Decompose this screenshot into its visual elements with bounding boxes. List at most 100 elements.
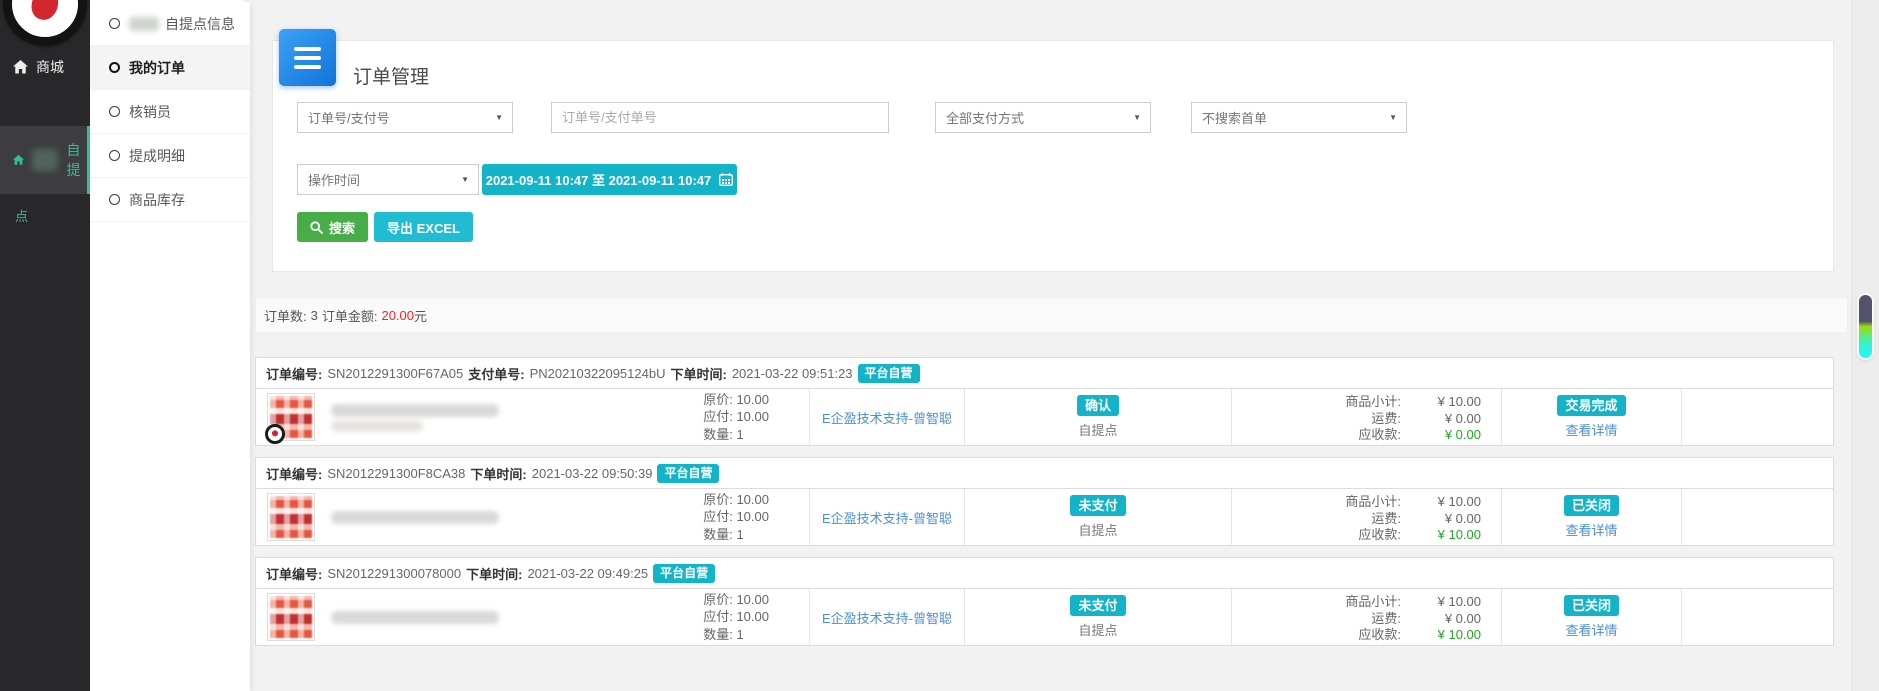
date-range-button[interactable]: 2021-09-11 10:47 至 2021-09-11 10:47: [482, 164, 737, 195]
price-value: 10.00: [736, 392, 769, 407]
view-detail-link[interactable]: 查看详情: [1565, 420, 1617, 439]
empty-cell: [1681, 589, 1833, 645]
price-info: 原价: 10.00 应付: 10.00 数量: 1: [703, 491, 769, 544]
welfare-lottery-logo: [3, 0, 87, 46]
menu-item-verifier[interactable]: 核销员: [90, 90, 250, 134]
buyer-link[interactable]: E企盈技术支持-曾智聪: [809, 589, 964, 645]
order-amount-label: 订单金额:: [322, 306, 378, 325]
platform-badge: 平台自营: [858, 364, 920, 383]
status-cell: 未支付 自提点: [964, 589, 1231, 645]
redacted-product-name: [331, 404, 499, 431]
price-value: 1: [736, 527, 743, 542]
app-root: 商城 自提 点 自提点信息 我的订单 核销员 提成明细: [0, 0, 1879, 691]
order-management-panel: 订单管理 订单号/支付号 ▼ 全部支付方式 ▼ 不搜索首单 ▼ 操作时间 ▼ 2…: [272, 40, 1834, 272]
select-value: 订单号/支付号: [308, 108, 390, 127]
calendar-icon: [719, 173, 733, 186]
status-cell: 未支付 自提点: [964, 489, 1231, 545]
menu-item-product-stock[interactable]: 商品库存: [90, 178, 250, 222]
order-time-label: 下单时间:: [466, 564, 522, 583]
logo-watermark-icon: [265, 424, 285, 444]
export-excel-button[interactable]: 导出 EXCEL: [374, 212, 473, 242]
receivable-value: ¥ 0.00: [1401, 427, 1481, 444]
scrollbar-thumb[interactable]: [1859, 295, 1872, 358]
select-value: 全部支付方式: [946, 108, 1024, 127]
shipping-value: ¥ 0.00: [1401, 411, 1481, 428]
order-field-select[interactable]: 订单号/支付号 ▼: [297, 102, 513, 133]
shipping-value: ¥ 0.00: [1401, 611, 1481, 628]
pay-method-select[interactable]: 全部支付方式 ▼: [935, 102, 1151, 133]
product-cell: 原价: 10.00 应付: 10.00 数量: 1: [256, 589, 809, 645]
caret-down-icon: ▼: [1389, 113, 1397, 122]
view-detail-link[interactable]: 查看详情: [1565, 620, 1617, 639]
date-range-value: 2021-09-11 10:47 至 2021-09-11 10:47: [486, 170, 712, 189]
order-count-label: 订单数:: [264, 306, 307, 325]
order-no-label: 订单编号:: [266, 564, 322, 583]
circle-icon: [109, 194, 120, 205]
receivable-label: 应收款:: [1232, 427, 1401, 444]
order-group: 订单编号: SN2012291300F8CA38 下单时间: 2021-03-2…: [255, 457, 1834, 546]
product-thumbnail[interactable]: [267, 493, 315, 541]
price-value: 10.00: [736, 592, 769, 607]
page-scrollbar-track[interactable]: [1851, 0, 1879, 691]
product-thumbnail[interactable]: [267, 593, 315, 641]
action-cell: 已关闭 查看详情: [1501, 589, 1681, 645]
delivery-type: 自提点: [1078, 520, 1117, 539]
product-cell: 原价: 10.00 应付: 10.00 数量: 1: [256, 389, 809, 445]
redacted-text-bar: [331, 404, 499, 417]
subtotal-value: ¥ 10.00: [1401, 494, 1481, 511]
product-thumbnail[interactable]: [267, 393, 315, 441]
shipping-label: 运费:: [1232, 611, 1401, 628]
hamburger-icon: [294, 47, 321, 51]
select-value: 操作时间: [308, 170, 360, 189]
price-value: 10.00: [736, 609, 769, 624]
price-value: 1: [736, 627, 743, 642]
order-group: 订单编号: SN2012291300078000 下单时间: 2021-03-2…: [255, 557, 1834, 646]
receivable-value: ¥ 10.00: [1401, 527, 1481, 544]
buyer-name: E企盈技术支持-曾智聪: [822, 608, 952, 627]
circle-icon: [109, 150, 120, 161]
order-time-label: 下单时间:: [470, 464, 526, 483]
redacted-text-bar: [331, 421, 423, 431]
menu-toggle-button[interactable]: [279, 29, 336, 86]
redacted-store-name: [32, 149, 58, 171]
price-label: 数量:: [703, 527, 733, 542]
menu-item-pickup-info[interactable]: 自提点信息: [90, 2, 250, 46]
price-label: 数量:: [703, 627, 733, 642]
home-icon: [13, 60, 28, 74]
menu-item-label: 我的订单: [129, 58, 185, 78]
order-row: 原价: 10.00 应付: 10.00 数量: 1 E企盈技术支持-曾智聪 确认…: [255, 389, 1834, 446]
empty-cell: [1681, 489, 1833, 545]
receivable-value: ¥ 10.00: [1401, 627, 1481, 644]
sidebar-item-mall[interactable]: 商城: [0, 46, 90, 88]
order-time-value: 2021-03-22 09:50:39: [532, 466, 653, 481]
buyer-name: E企盈技术支持-曾智聪: [822, 408, 952, 427]
subtotal-value: ¥ 10.00: [1401, 594, 1481, 611]
menu-item-my-orders[interactable]: 我的订单: [90, 46, 250, 90]
menu-item-label: 核销员: [129, 102, 171, 122]
price-value: 1: [736, 427, 743, 442]
menu-item-commission-detail[interactable]: 提成明细: [90, 134, 250, 178]
menu-item-label: 提成明细: [129, 146, 185, 166]
export-button-label: 导出 EXCEL: [387, 218, 460, 237]
sidebar-item-pickup-point-wrap: 点: [0, 194, 90, 225]
sidebar-item-label: 自提: [66, 140, 87, 180]
sidebar-item-pickup-point[interactable]: 自提: [0, 126, 90, 194]
subtotal-label: 商品小计:: [1232, 394, 1401, 411]
view-detail-link[interactable]: 查看详情: [1565, 520, 1617, 539]
order-row: 原价: 10.00 应付: 10.00 数量: 1 E企盈技术支持-曾智聪 未支…: [255, 489, 1834, 546]
state-badge: 已关闭: [1564, 595, 1619, 616]
time-field-select[interactable]: 操作时间 ▼: [297, 164, 479, 195]
circle-icon: [109, 106, 120, 117]
order-row: 原价: 10.00 应付: 10.00 数量: 1 E企盈技术支持-曾智聪 未支…: [255, 589, 1834, 646]
first-order-select[interactable]: 不搜索首单 ▼: [1191, 102, 1407, 133]
search-button[interactable]: 搜索: [297, 212, 368, 242]
delivery-type: 自提点: [1078, 620, 1117, 639]
buyer-link[interactable]: E企盈技术支持-曾智聪: [809, 489, 964, 545]
redacted-product-name: [331, 511, 499, 524]
subtotal-label: 商品小计:: [1232, 494, 1401, 511]
buyer-link[interactable]: E企盈技术支持-曾智聪: [809, 389, 964, 445]
price-label: 原价:: [703, 492, 733, 507]
magnifier-icon: [310, 221, 323, 234]
order-number-input[interactable]: [551, 102, 889, 133]
shipping-label: 运费:: [1232, 411, 1401, 428]
